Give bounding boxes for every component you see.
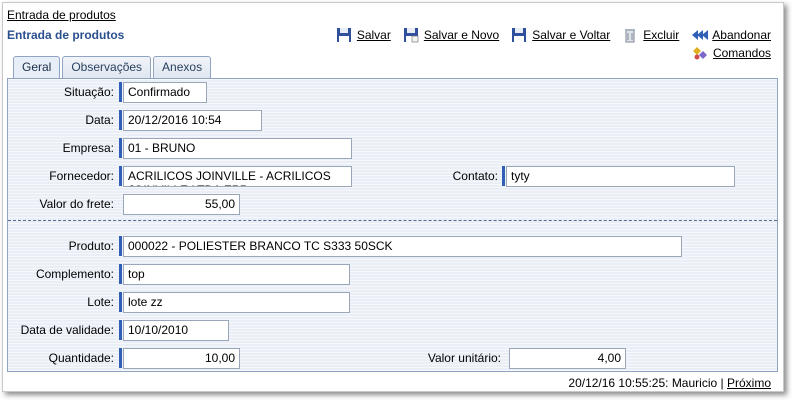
window-frame: Entrada de produtos Entrada de produtos … bbox=[2, 2, 784, 392]
lote-label: Lote: bbox=[87, 295, 114, 309]
empresa-field[interactable]: 01 - BRUNO bbox=[123, 138, 352, 159]
save-button[interactable]: Salvar bbox=[336, 27, 391, 43]
tab-geral[interactable]: Geral bbox=[13, 56, 61, 79]
footer: 20/12/16 10:55:25: Mauricio | Próximo bbox=[568, 376, 771, 390]
delete-label: Excluir bbox=[643, 28, 680, 42]
data-validade-label: Data de validade: bbox=[20, 323, 114, 337]
tab-bar: Geral Observações Anexos bbox=[13, 56, 212, 79]
data-field[interactable]: 20/12/2016 10:54 bbox=[123, 110, 262, 131]
abandon-button[interactable]: Abandonar bbox=[691, 27, 771, 43]
form-panel: Situação: Confirmado Data: 20/12/2016 10… bbox=[7, 78, 778, 372]
abandon-label: Abandonar bbox=[712, 28, 771, 42]
page-title: Entrada de produtos bbox=[7, 28, 125, 42]
record-stamp: 20/12/16 10:55:25: Mauricio bbox=[568, 376, 718, 390]
fornecedor-label: Fornecedor: bbox=[49, 169, 114, 183]
complemento-field[interactable]: top bbox=[123, 264, 350, 285]
commands-button[interactable]: Comandos bbox=[692, 45, 771, 61]
required-marker bbox=[119, 292, 122, 312]
floppy-disk-plus-icon bbox=[403, 27, 419, 43]
fornecedor-field[interactable]: ACRILICOS JOINVILLE - ACRILICOS JOINVILL… bbox=[123, 166, 352, 187]
quantidade-label: Quantidade: bbox=[48, 351, 114, 365]
section-divider bbox=[8, 220, 777, 221]
rewind-icon bbox=[691, 27, 709, 43]
save-back-label: Salvar e Voltar bbox=[532, 28, 611, 42]
data-label: Data: bbox=[85, 113, 114, 127]
footer-separator: | bbox=[720, 376, 724, 390]
valor-unitario-label: Valor unitário: bbox=[427, 351, 501, 365]
save-new-label: Salvar e Novo bbox=[423, 28, 500, 42]
floppy-disk-back-icon bbox=[511, 27, 527, 43]
next-link[interactable]: Próximo bbox=[727, 376, 771, 390]
required-marker bbox=[119, 348, 122, 368]
valor-frete-label: Valor do frete: bbox=[39, 197, 114, 211]
valor-unitario-field[interactable]: 4,00 bbox=[509, 348, 626, 369]
tab-observacoes[interactable]: Observações bbox=[62, 56, 152, 79]
data-validade-field[interactable]: 10/10/2010 bbox=[123, 320, 229, 341]
required-marker bbox=[119, 166, 122, 186]
required-marker bbox=[119, 320, 122, 340]
save-label: Salvar bbox=[356, 28, 391, 42]
valor-frete-field[interactable]: 55,00 bbox=[123, 194, 240, 215]
complemento-label: Complemento: bbox=[35, 267, 114, 281]
trash-icon bbox=[622, 27, 638, 43]
quantidade-field[interactable]: 10,00 bbox=[123, 348, 240, 369]
required-marker bbox=[119, 82, 122, 102]
produto-field[interactable]: 000022 - POLIESTER BRANCO TC S333 50SCK bbox=[123, 236, 682, 257]
toolbar: Salvar Salvar e Novo Salvar e Voltar Exc… bbox=[336, 27, 771, 43]
required-marker bbox=[119, 236, 122, 256]
required-marker bbox=[502, 166, 505, 186]
save-new-button[interactable]: Salvar e Novo bbox=[403, 27, 499, 43]
breadcrumb[interactable]: Entrada de produtos bbox=[7, 8, 116, 22]
shapes-icon bbox=[692, 45, 708, 61]
delete-button[interactable]: Excluir bbox=[622, 27, 679, 43]
situacao-label: Situação: bbox=[63, 85, 114, 99]
required-marker bbox=[119, 138, 122, 158]
tab-anexos[interactable]: Anexos bbox=[153, 56, 212, 79]
required-marker bbox=[119, 110, 122, 130]
commands-label: Comandos bbox=[712, 46, 771, 60]
save-back-button[interactable]: Salvar e Voltar bbox=[511, 27, 610, 43]
lote-field[interactable]: lote zz bbox=[123, 292, 350, 313]
produto-label: Produto: bbox=[68, 239, 114, 253]
required-marker bbox=[119, 264, 122, 284]
contato-field[interactable]: tyty bbox=[506, 166, 735, 187]
empresa-label: Empresa: bbox=[62, 141, 114, 155]
situacao-field[interactable]: Confirmado bbox=[123, 82, 207, 103]
contato-label: Contato: bbox=[452, 169, 498, 183]
floppy-disk-icon bbox=[336, 27, 352, 43]
